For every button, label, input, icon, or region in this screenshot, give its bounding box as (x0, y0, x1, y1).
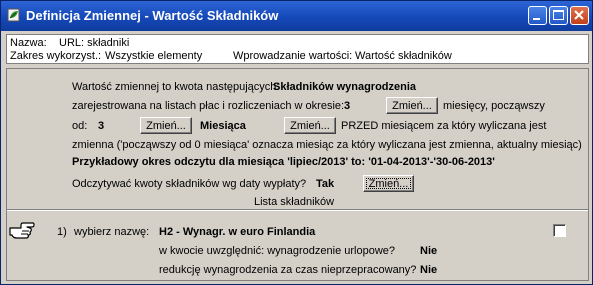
change-payout-button[interactable]: Zmień... (363, 175, 414, 192)
payout-date-value: Tak (316, 178, 335, 190)
start-offset-value: 3 (98, 120, 105, 132)
document-leaf-icon (7, 8, 20, 22)
change-unit-button[interactable]: Zmień... (284, 117, 336, 134)
name-label: Nazwa: (10, 37, 47, 49)
window-title: Definicja Zmiennej - Wartość Składników (26, 8, 279, 23)
start-from-label: od: (72, 120, 88, 132)
choose-name-label: wybierz nazwę: (74, 226, 150, 238)
vacation-pay-question: w kwocie uwzględnić: wynagrodzenie urlop… (159, 245, 396, 257)
dialog-window: Definicja Zmiennej - Wartość Składników … (0, 0, 593, 285)
input-mode-label: Wprowadzanie wartości: (233, 50, 353, 62)
payout-date-question: Odczytywać kwoty składników wg daty wypł… (72, 178, 307, 190)
reduction-value[interactable]: Nie (420, 264, 437, 276)
scope-label: Zakres wykorzyst.: (10, 50, 102, 62)
minimize-button[interactable] (528, 6, 547, 25)
separator (7, 209, 588, 211)
start-suffix: PRZED miesiącem za który wyliczana jest (341, 120, 547, 132)
period-label: zarejestrowana na listach płac i rozlicz… (72, 100, 345, 112)
period-suffix: miesięcy, począwszy (443, 100, 545, 112)
amount-type-label: Wartość zmiennej to kwota następujących: (72, 81, 280, 93)
close-icon (574, 10, 584, 20)
period-explanation: zmienna ('począwszy od 0 miesiąca' oznac… (72, 139, 582, 151)
components-list-title: Lista składników (254, 196, 335, 208)
period-months-value: 3 (344, 100, 351, 112)
change-months-button[interactable]: Zmień... (386, 97, 438, 114)
item-number: 1) (57, 226, 67, 238)
definition-panel: Wartość zmiennej to kwota następujących:… (6, 68, 589, 281)
input-mode-value: Wartość składników (355, 50, 452, 62)
name-value: URL: składniki (59, 37, 130, 49)
example-period-text: Przykładowy okres odczytu dla miesiąca '… (72, 156, 495, 168)
vacation-pay-value[interactable]: Nie (420, 245, 437, 257)
scope-value: Wszystkie elementy (105, 50, 203, 62)
maximize-icon (553, 10, 564, 20)
minimize-icon (533, 18, 540, 20)
pointing-hand-icon (9, 222, 35, 239)
item-checkbox[interactable] (553, 224, 566, 237)
title-bar[interactable]: Definicja Zmiennej - Wartość Składników (1, 1, 592, 31)
close-button[interactable] (570, 6, 589, 25)
amount-type-value: Składników wynagrodzenia (273, 81, 417, 93)
reduction-question: redukcję wynagrodzenia za czas nieprzepr… (159, 264, 417, 276)
maximize-button[interactable] (549, 6, 568, 25)
info-panel: Nazwa: URL: składniki Zakres wykorzyst.:… (6, 34, 589, 64)
period-unit-value: Miesiąca (200, 120, 246, 132)
change-offset-button[interactable]: Zmień... (140, 117, 192, 134)
component-name[interactable]: H2 - Wynagr. w euro Finlandia (159, 226, 315, 238)
